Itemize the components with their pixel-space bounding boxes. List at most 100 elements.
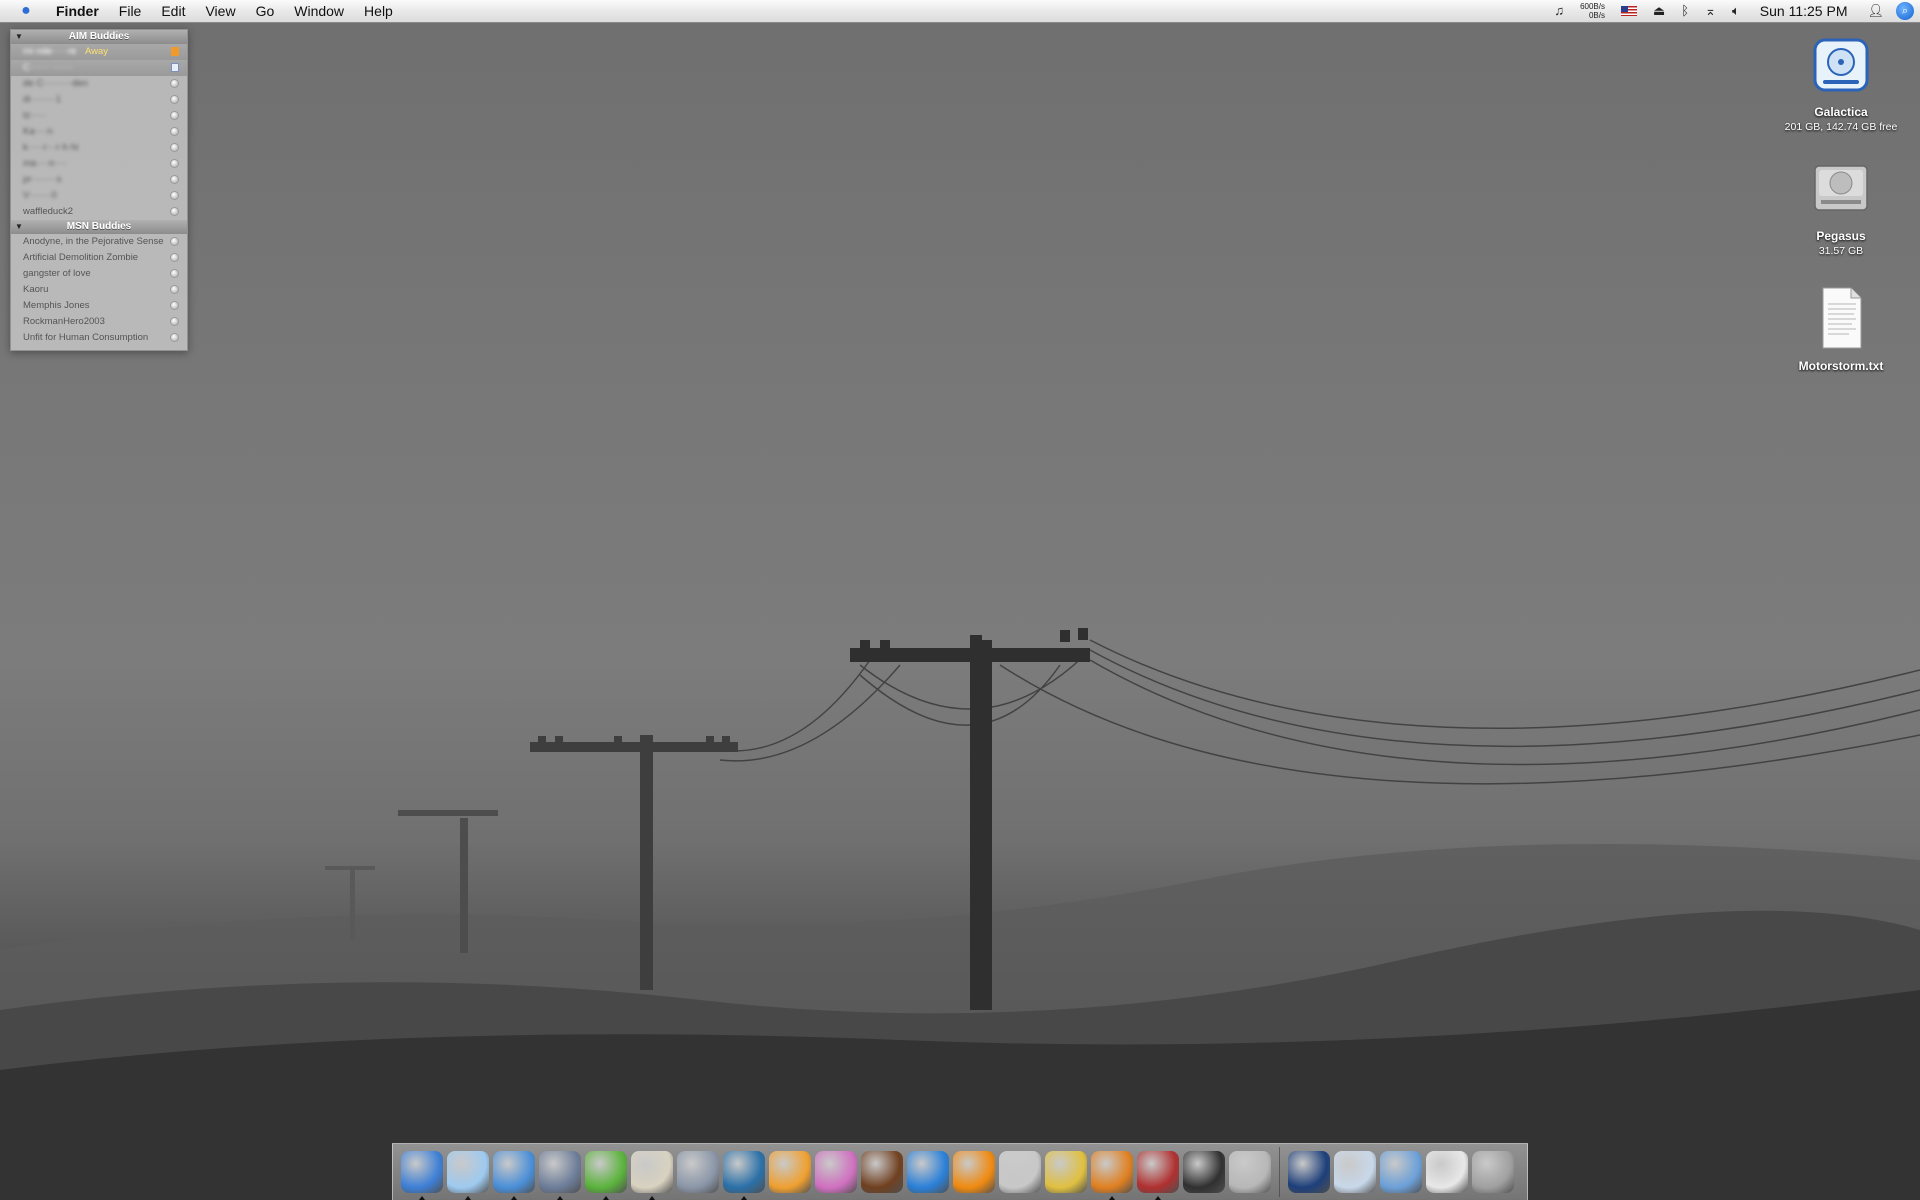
trash-icon[interactable] (1472, 1151, 1514, 1193)
buddy-row[interactable]: C······ ······· (11, 60, 187, 76)
running-indicator-icon (419, 1196, 425, 1200)
internal-hard-drive-icon (1814, 165, 1868, 211)
toaster-icon[interactable] (999, 1151, 1041, 1193)
activity-monitor-icon[interactable] (1183, 1151, 1225, 1193)
available-status-icon (170, 237, 179, 246)
buddy-name: Anodyne, in the Pejorative Sense (23, 236, 164, 247)
running-indicator-icon (1155, 1196, 1161, 1200)
buddy-row[interactable]: mi·nde·····re Away (11, 44, 187, 60)
icon-subtitle: 31.57 GB (1818, 245, 1864, 257)
buddy-row[interactable]: k·····r···r·h·hi (11, 140, 187, 156)
system-prefs-icon[interactable] (1229, 1151, 1271, 1193)
buddy-row[interactable]: waffleduck2 (11, 204, 187, 220)
buddy-name: Unfit for Human Consumption (23, 332, 149, 343)
buddy-row[interactable]: RockmanHero2003 (11, 314, 187, 330)
photobooth-icon[interactable] (861, 1151, 903, 1193)
textedit-icon[interactable] (631, 1151, 673, 1200)
us-flag-input-menu-icon[interactable] (1620, 6, 1637, 16)
buddy-list-window[interactable]: ▼ AIM Buddies mi·nde·····re Away C······… (10, 29, 188, 351)
available-status-icon (170, 301, 179, 310)
quill-icon[interactable] (723, 1151, 765, 1200)
text-document-icon (1822, 287, 1862, 349)
finder-icon[interactable] (401, 1151, 443, 1200)
buddy-row[interactable]: Unfit for Human Consumption (11, 330, 187, 346)
buddy-name: tz····· (23, 110, 47, 121)
preview-icon[interactable] (677, 1151, 719, 1193)
buddy-row[interactable]: Memphis Jones (11, 298, 187, 314)
buddy-row[interactable]: tz····· (11, 108, 187, 124)
available-status-icon (170, 253, 179, 262)
music-note-icon[interactable]: ♫ (1546, 0, 1572, 22)
buddy-row[interactable]: ma····n···· (11, 156, 187, 172)
safari-icon[interactable] (493, 1151, 535, 1200)
buddy-name: C······ ······· (23, 62, 74, 73)
disclosure-triangle-icon[interactable]: ▼ (15, 220, 23, 234)
app-menu-finder[interactable]: Finder (46, 0, 109, 22)
quicktime-icon[interactable] (907, 1151, 949, 1193)
away-status-icon (171, 47, 179, 56)
spreadsheet-stack-icon[interactable] (1334, 1151, 1376, 1193)
available-status-icon (170, 95, 179, 104)
desktop-item-pegasus[interactable]: Pegasus 31.57 GB (1781, 160, 1901, 257)
mobile-status-icon (171, 63, 179, 72)
transmit-icon[interactable] (1045, 1151, 1087, 1193)
icon-label: Pegasus (1816, 229, 1866, 243)
user-icon[interactable]: 👤︎ (1859, 0, 1892, 22)
mail-icon[interactable] (539, 1151, 581, 1200)
menu-view[interactable]: View (195, 0, 245, 22)
group-label: AIM Buddies (68, 31, 130, 42)
available-status-icon (170, 175, 179, 184)
buddy-name: Kaoru (23, 284, 49, 295)
dictionary-icon[interactable] (1137, 1151, 1179, 1200)
available-status-icon (170, 317, 179, 326)
zeal-icon[interactable] (1091, 1151, 1133, 1200)
menu-clock[interactable]: Sun 11:25 PM (1748, 3, 1860, 19)
airport-wifi-icon[interactable]: ⌅ (1697, 0, 1724, 22)
adium-icon[interactable] (585, 1151, 627, 1200)
bluetooth-icon[interactable]: ᛒ (1673, 0, 1697, 22)
available-status-icon (170, 191, 179, 200)
butterfly-icon[interactable] (815, 1151, 857, 1193)
network-speed-monitor[interactable]: 600B/s 0B/s (1572, 2, 1613, 20)
buddy-name: V·······0 (23, 190, 57, 201)
buddy-row[interactable]: Kaoru (11, 282, 187, 298)
apple-menu-icon[interactable]: ● (0, 0, 46, 22)
menu-help[interactable]: Help (354, 0, 403, 22)
running-indicator-icon (511, 1196, 517, 1200)
menu-window[interactable]: Window (284, 0, 354, 22)
applications-stack-icon[interactable] (1288, 1151, 1330, 1193)
desktop-item-motorstorm-txt[interactable]: Motorstorm.txt (1781, 286, 1901, 373)
icon-label: Galactica (1814, 105, 1868, 119)
aim-buddies-group[interactable]: ▼ AIM Buddies (11, 30, 187, 44)
wallpaper (0, 628, 1920, 1200)
eject-icon[interactable]: ⏏ (1645, 0, 1673, 22)
menu-extras: ♫ 600B/s 0B/s ⏏ ᛒ ⌅ 🔈︎ Sun 11:25 PM 👤︎ ⌕ (1546, 0, 1920, 22)
buddy-row[interactable]: Anodyne, in the Pejorative Sense (11, 234, 187, 250)
vlc-icon[interactable] (953, 1151, 995, 1193)
downloads-folder-icon[interactable] (1380, 1151, 1422, 1193)
buddy-row[interactable]: di········1 (11, 92, 187, 108)
documents-stack-icon[interactable] (1426, 1151, 1468, 1193)
disclosure-triangle-icon[interactable]: ▼ (15, 30, 23, 44)
buddy-row[interactable]: Artificial Demolition Zombie (11, 250, 187, 266)
buddy-row[interactable]: de·C·········den (11, 76, 187, 92)
desktop[interactable] (0, 0, 1920, 1200)
buddy-name: RockmanHero2003 (23, 316, 105, 327)
available-status-icon (170, 127, 179, 136)
msn-buddies-group[interactable]: ▼ MSN Buddies (11, 220, 187, 234)
menu-file[interactable]: File (109, 0, 152, 22)
iphoto-icon[interactable] (769, 1151, 811, 1193)
volume-icon[interactable]: 🔈︎ (1724, 0, 1748, 22)
group-label: MSN Buddies (66, 221, 132, 232)
menu-go[interactable]: Go (246, 0, 285, 22)
desktop-item-galactica[interactable]: Galactica 201 GB, 142.74 GB free (1781, 36, 1901, 133)
menu-edit[interactable]: Edit (151, 0, 195, 22)
buddy-row[interactable]: pr········s (11, 172, 187, 188)
buddy-row[interactable]: gangster of love (11, 266, 187, 282)
buddy-row[interactable]: Ka····n (11, 124, 187, 140)
itunes-icon[interactable] (447, 1151, 489, 1200)
buddy-row[interactable]: V·······0 (11, 188, 187, 204)
buddy-name: Artificial Demolition Zombie (23, 252, 139, 263)
spotlight-search-icon[interactable]: ⌕ (1896, 2, 1914, 20)
running-indicator-icon (557, 1196, 563, 1200)
